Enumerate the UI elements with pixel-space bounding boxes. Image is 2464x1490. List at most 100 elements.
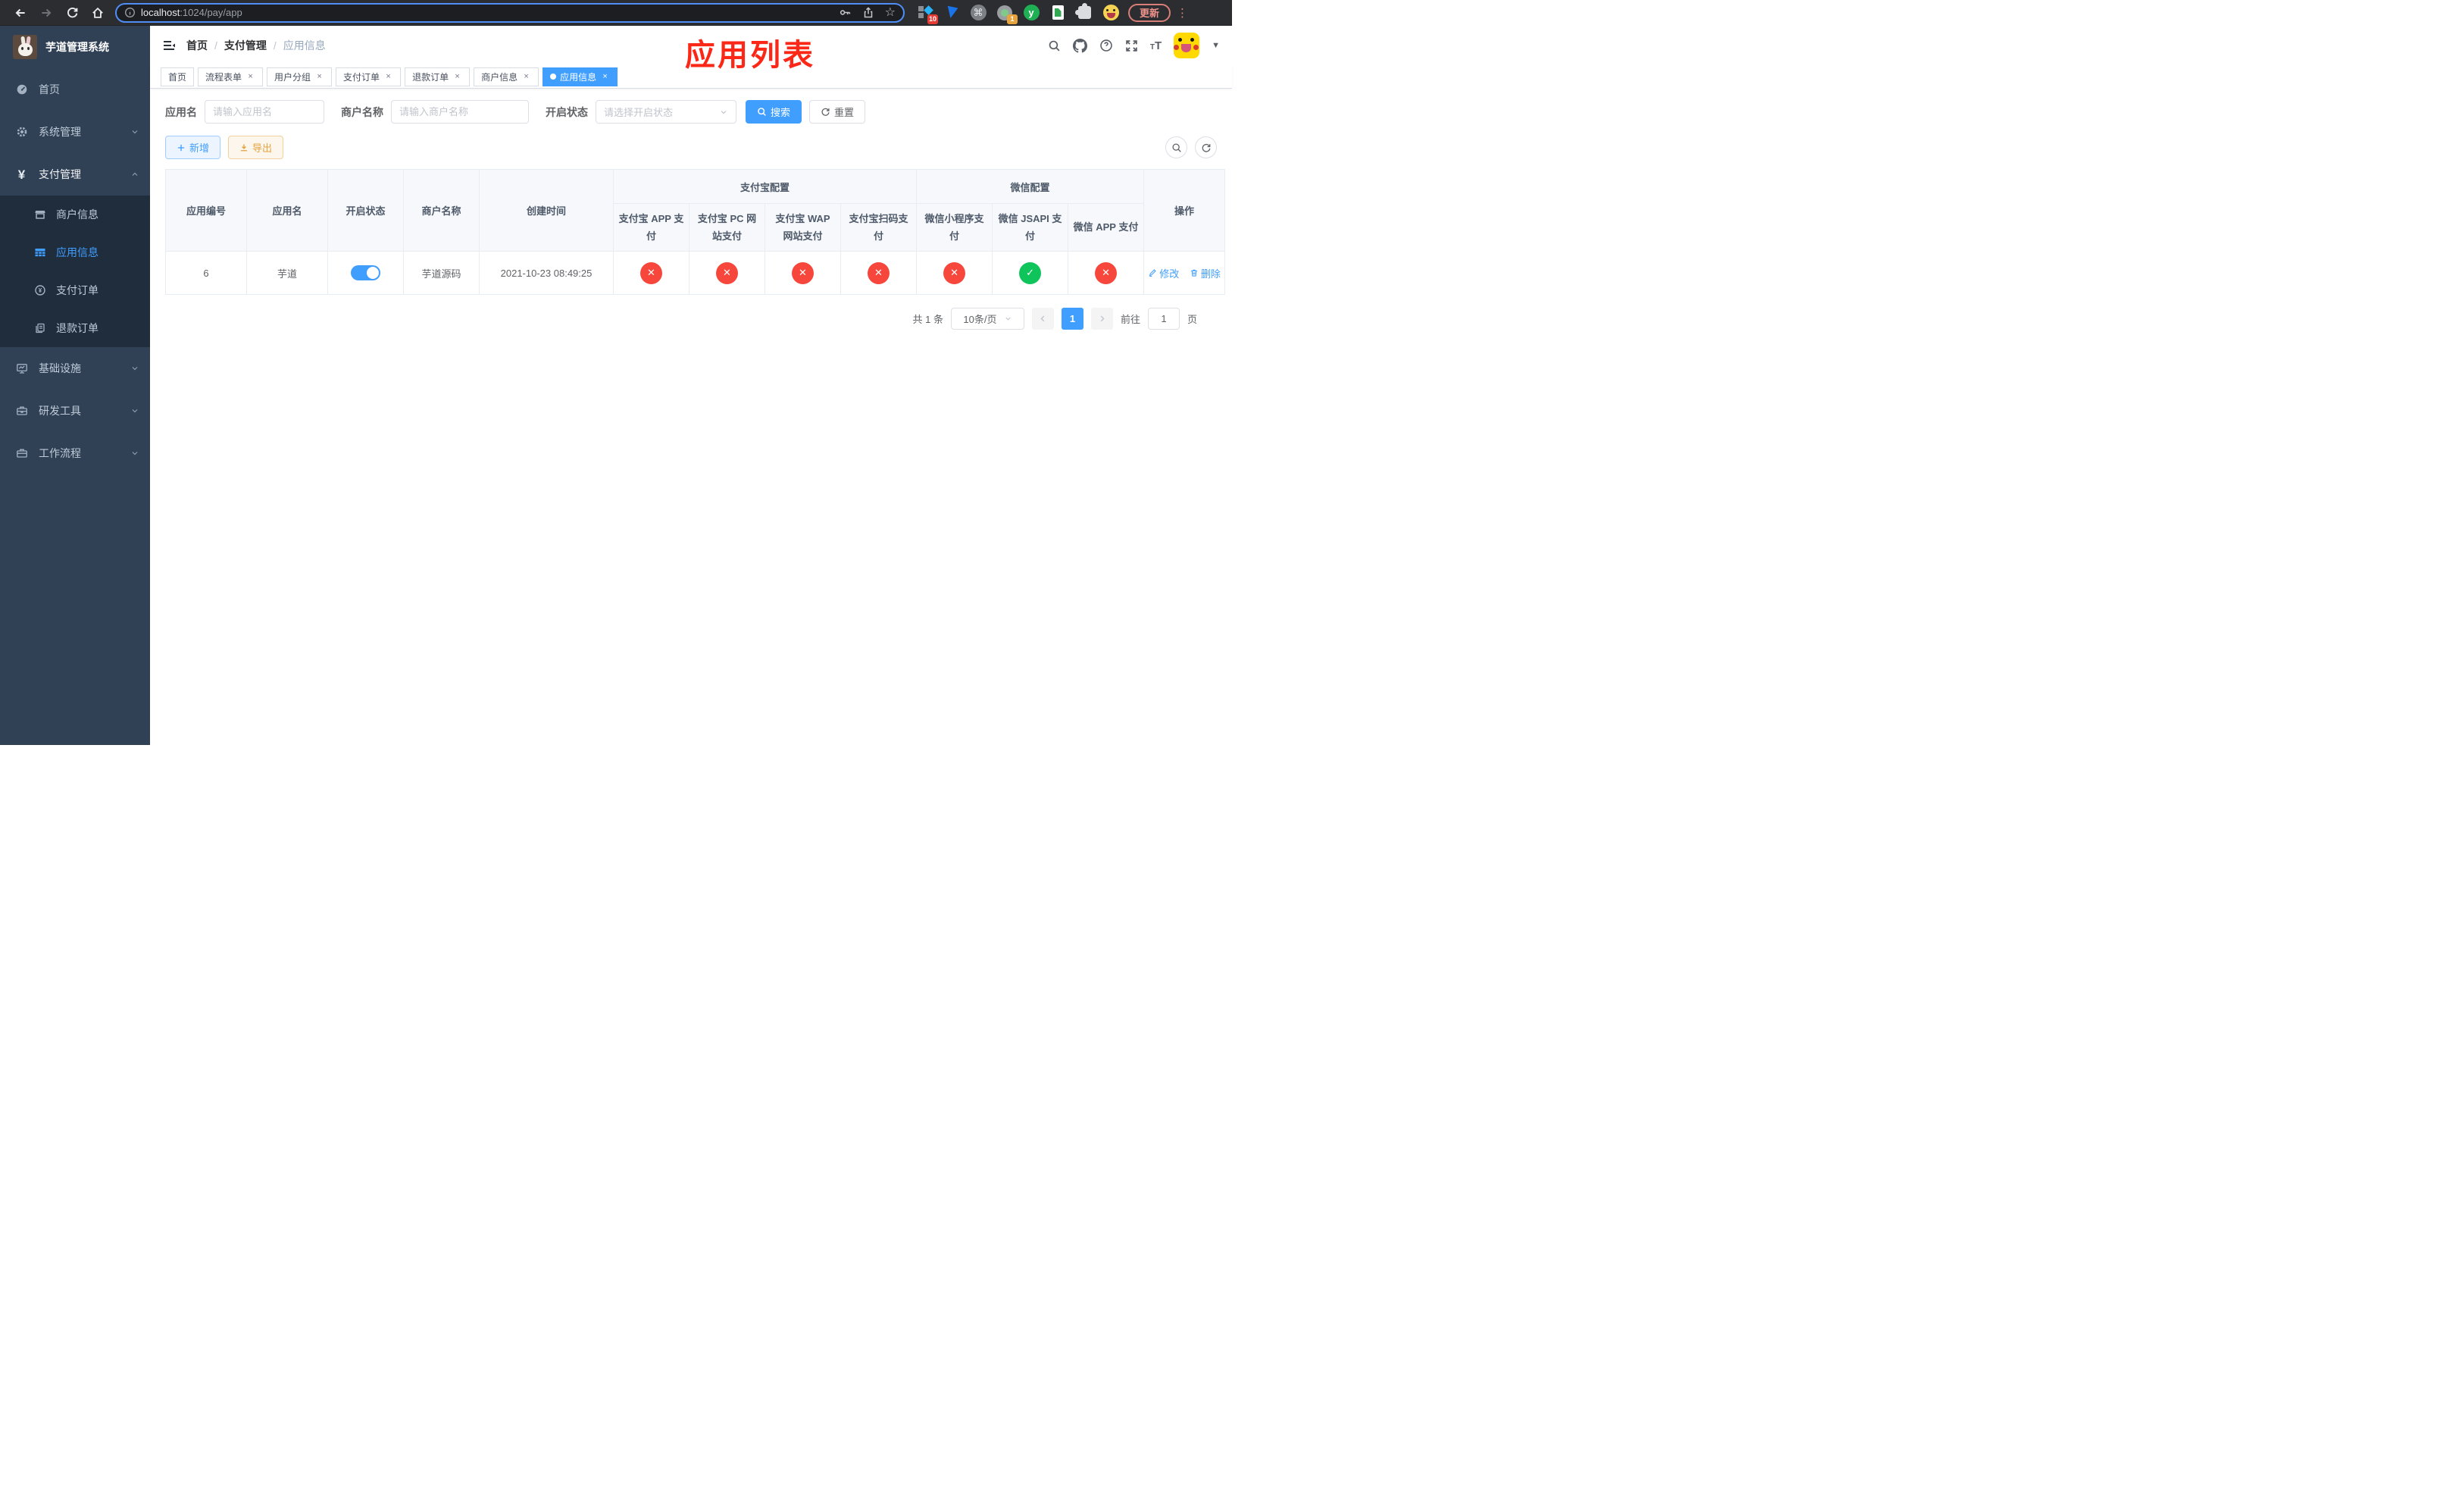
sidebar: 芋道管理系统 首页 系统管理 ¥ 支付管理 商户信息 应用信息 ¥ 支付订单 退… xyxy=(0,26,150,745)
extension-icon-3[interactable]: ⌘ xyxy=(970,5,987,21)
next-page-button[interactable] xyxy=(1090,308,1113,330)
close-icon[interactable]: × xyxy=(314,72,324,81)
sidebar-item-merchant-info[interactable]: 商户信息 xyxy=(0,196,150,233)
toggle-search-icon[interactable] xyxy=(1165,136,1187,158)
navbar-actions: TT ▼ xyxy=(1048,33,1220,58)
sidebar-item-system[interactable]: 系统管理 xyxy=(0,111,150,153)
status-label: 开启状态 xyxy=(546,105,588,118)
goto-page-input[interactable] xyxy=(1147,308,1180,330)
share-icon[interactable] xyxy=(862,6,874,19)
sidebar-item-pay-order[interactable]: ¥ 支付订单 xyxy=(0,271,150,309)
bookmark-star-icon[interactable]: ☆ xyxy=(885,6,896,19)
close-icon[interactable]: × xyxy=(521,72,531,81)
sidebar-item-home[interactable]: 首页 xyxy=(0,68,150,111)
sidebar-item-label: 基础设施 xyxy=(39,362,81,374)
grid-table-icon xyxy=(33,246,46,258)
app-logo[interactable]: 芋道管理系统 xyxy=(0,26,150,68)
breadcrumb-payment[interactable]: 支付管理 xyxy=(224,38,267,53)
col-created: 创建时间 xyxy=(479,169,614,252)
monitor-icon xyxy=(15,362,28,374)
page-number-button[interactable]: 1 xyxy=(1061,308,1083,330)
yen-icon: ¥ xyxy=(17,167,26,182)
status-x-icon: ✕ xyxy=(792,261,814,284)
font-size-icon[interactable]: TT xyxy=(1150,40,1162,52)
gear-icon xyxy=(15,126,28,138)
address-bar[interactable]: localhost:1024/pay/app ☆ xyxy=(115,2,905,23)
extension-icon-5[interactable]: y xyxy=(1023,5,1040,21)
delete-link[interactable]: 删除 xyxy=(1190,266,1221,280)
github-icon[interactable] xyxy=(1072,38,1087,53)
tab-app-info[interactable]: 应用信息 × xyxy=(543,67,618,86)
help-icon[interactable] xyxy=(1099,39,1113,52)
tab-pay-order[interactable]: 支付订单 × xyxy=(336,67,402,86)
col-wechat-jsapi: 微信 JSAPI 支付 xyxy=(992,203,1069,252)
prev-page-button[interactable] xyxy=(1031,308,1054,330)
tab-merchant-info[interactable]: 商户信息 × xyxy=(474,67,539,86)
active-dot xyxy=(550,74,557,80)
col-group-alipay: 支付宝配置 xyxy=(612,169,918,204)
cell-app-id: 6 xyxy=(165,251,247,295)
breadcrumb-separator: / xyxy=(214,39,217,52)
sidebar-item-payment[interactable]: ¥ 支付管理 xyxy=(0,153,150,196)
status-select[interactable]: 请选择开启状态 xyxy=(596,100,736,124)
browser-home-icon[interactable] xyxy=(85,2,111,23)
sidebar-fold-icon[interactable] xyxy=(162,39,176,52)
reset-button[interactable]: 重置 xyxy=(809,100,866,124)
close-icon[interactable]: × xyxy=(383,72,393,81)
breadcrumb-home[interactable]: 首页 xyxy=(186,38,208,53)
col-app-id: 应用编号 xyxy=(165,169,247,252)
pagination: 共 1 条 10条/页 1 前往 页 xyxy=(165,308,1217,330)
export-button[interactable]: 导出 xyxy=(228,136,284,159)
site-info-icon[interactable] xyxy=(124,7,136,18)
toolbox-icon xyxy=(15,405,28,417)
page-annotation: 应用列表 xyxy=(685,39,815,72)
extension-icon-1[interactable]: 10 xyxy=(917,5,938,24)
extension-icon-8[interactable] xyxy=(1102,5,1119,21)
sidebar-item-refund-order[interactable]: 退款订单 xyxy=(0,309,150,347)
extension-icon-6[interactable] xyxy=(1049,5,1066,21)
sidebar-item-dev-tools[interactable]: 研发工具 xyxy=(0,390,150,432)
add-button[interactable]: 新增 xyxy=(165,136,221,159)
refresh-table-icon[interactable] xyxy=(1195,136,1217,158)
col-alipay-qr: 支付宝扫码支付 xyxy=(840,203,918,252)
search-button[interactable]: 搜索 xyxy=(746,100,802,124)
close-icon[interactable]: × xyxy=(452,72,462,81)
browser-menu-icon[interactable]: ⋮ xyxy=(1177,6,1188,20)
sidebar-item-workflow[interactable]: 工作流程 xyxy=(0,432,150,474)
avatar[interactable] xyxy=(1174,33,1200,58)
logo-image xyxy=(13,35,37,59)
url-text[interactable]: localhost:1024/pay/app xyxy=(141,7,242,18)
tab-process-form[interactable]: 流程表单 × xyxy=(198,67,264,86)
extension-icon-4[interactable]: 1 xyxy=(996,5,1018,24)
password-key-icon[interactable] xyxy=(839,6,852,19)
app-name-input[interactable] xyxy=(205,100,324,124)
chrome-update-button[interactable]: 更新 xyxy=(1128,3,1171,22)
sidebar-item-label: 首页 xyxy=(39,83,60,95)
search-icon[interactable] xyxy=(1048,39,1061,52)
extension-icon-7[interactable] xyxy=(1074,3,1093,21)
edit-link[interactable]: 修改 xyxy=(1148,266,1179,280)
chevron-down-icon xyxy=(130,406,139,415)
fullscreen-icon[interactable] xyxy=(1125,39,1138,52)
merchant-name-input[interactable] xyxy=(391,100,529,124)
col-alipay-pc: 支付宝 PC 网站支付 xyxy=(689,203,765,252)
sidebar-item-infrastructure[interactable]: 基础设施 xyxy=(0,347,150,390)
browser-back-icon[interactable] xyxy=(8,2,33,23)
extension-icon-2[interactable] xyxy=(943,5,960,21)
col-wechat-app: 微信 APP 支付 xyxy=(1068,203,1145,252)
enable-toggle[interactable] xyxy=(351,265,380,280)
col-merchant: 商户名称 xyxy=(403,169,480,252)
tab-home[interactable]: 首页 xyxy=(161,67,195,86)
browser-reload-icon[interactable] xyxy=(59,2,85,23)
page-size-select[interactable]: 10条/页 xyxy=(950,308,1024,330)
sidebar-item-app-info[interactable]: 应用信息 xyxy=(0,233,150,271)
col-group-wechat: 微信配置 xyxy=(916,169,1145,204)
tab-user-group[interactable]: 用户分组 × xyxy=(267,67,333,86)
avatar-caret-icon[interactable]: ▼ xyxy=(1212,41,1220,50)
table-toolbar: 新增 导出 xyxy=(165,136,1217,159)
browser-forward-icon[interactable] xyxy=(33,2,59,23)
close-icon[interactable]: × xyxy=(245,72,255,81)
tab-refund-order[interactable]: 退款订单 × xyxy=(405,67,471,86)
close-icon[interactable]: × xyxy=(600,72,610,81)
cell-app-name: 芋道 xyxy=(246,251,328,295)
